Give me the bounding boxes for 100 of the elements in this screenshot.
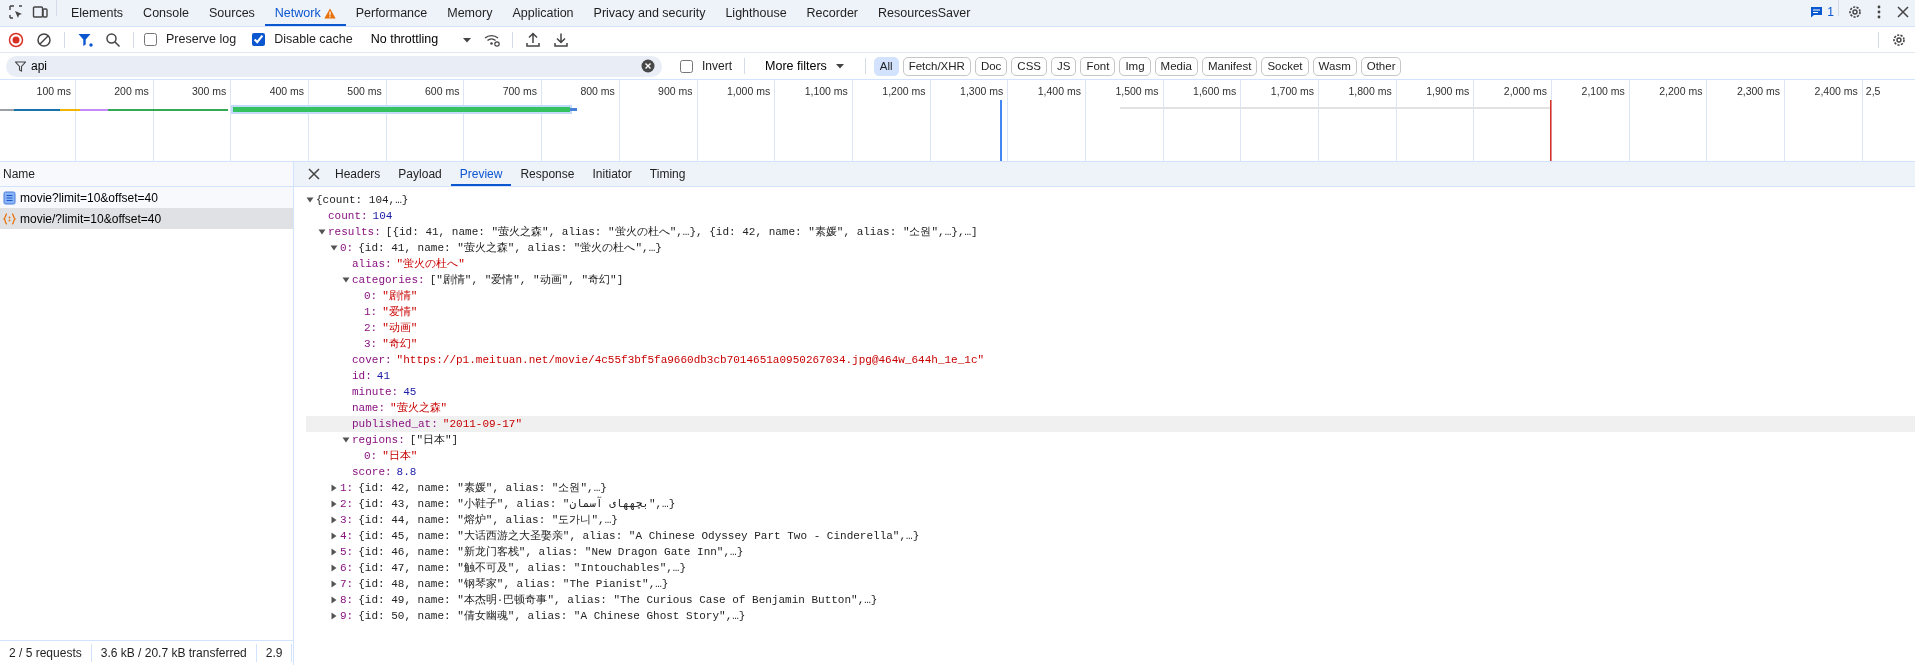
request-row[interactable]: movie?limit=10&offset=40: [0, 187, 293, 208]
column-header[interactable]: Name: [3, 165, 35, 183]
detail-tab[interactable]: Headers: [326, 162, 390, 186]
time-tick-label: 400 ms: [269, 85, 305, 97]
expand-triangle-icon[interactable]: [330, 500, 338, 508]
property-key: categories:: [352, 271, 425, 289]
string-value: "蛍火の杜へ": [396, 256, 465, 272]
property-key: 1:: [340, 479, 354, 497]
panel-tab[interactable]: Console: [133, 0, 199, 26]
expand-triangle-icon[interactable]: [306, 196, 314, 204]
detail-tab[interactable]: Payload: [389, 162, 451, 186]
number-value: 45: [403, 384, 417, 400]
panel-tab[interactable]: ResourcesSaver: [868, 0, 981, 26]
detail-tab[interactable]: Response: [511, 162, 584, 186]
property-key: 3:: [364, 335, 378, 353]
time-tick-label: 1,900 ms: [1426, 85, 1470, 97]
load-event-marker: [1550, 100, 1552, 161]
status-text: 2.9: [256, 644, 293, 662]
checkbox[interactable]: [252, 33, 266, 46]
type-filter-chip[interactable]: Wasm: [1312, 56, 1357, 76]
panel-tab[interactable]: Privacy and security: [583, 0, 716, 26]
property-key: minute:: [352, 383, 399, 401]
property-key: 0:: [364, 287, 378, 305]
expand-triangle-icon[interactable]: [330, 516, 338, 524]
object-preview: {id: 45, name: "大话西游之大圣娶亲", alias: "A Chinese Odyssey Part Two - Cinderella",…}: [358, 528, 920, 544]
panel-tab[interactable]: Network: [264, 0, 346, 26]
type-filter-chip[interactable]: Fetch/XHR: [902, 56, 971, 76]
object-preview: {id: 47, name: "触不可及", alias: "Intouchables",…}: [358, 560, 687, 576]
type-filter-chip[interactable]: Other: [1360, 56, 1402, 76]
time-tick-label: 1,400 ms: [1037, 85, 1081, 97]
expand-triangle-icon[interactable]: [330, 244, 338, 252]
time-tick-label: 300 ms: [191, 85, 227, 97]
detail-tab[interactable]: Timing: [640, 162, 695, 186]
expand-triangle-icon[interactable]: [330, 580, 338, 588]
property-key: 2:: [364, 319, 378, 337]
type-filter-chip[interactable]: Socket: [1261, 56, 1309, 76]
checkbox-label[interactable]: Disable cache: [274, 30, 353, 49]
time-tick-label: 2,200 ms: [1659, 85, 1703, 97]
time-tick-label: 2,000 ms: [1503, 85, 1548, 97]
detail-tab[interactable]: Initiator: [583, 162, 641, 186]
checkbox-label[interactable]: Invert: [702, 57, 732, 75]
property-key: id:: [352, 367, 372, 385]
expand-triangle-icon[interactable]: [342, 436, 350, 444]
expand-triangle-icon[interactable]: [330, 484, 338, 492]
property-key: 7:: [340, 575, 354, 593]
clear-input-icon[interactable]: [641, 59, 655, 73]
expand-triangle-icon[interactable]: [330, 596, 338, 604]
type-filter-chip[interactable]: Doc: [974, 56, 1008, 76]
panel-tab[interactable]: Lighthouse: [715, 0, 797, 26]
type-filter-chip[interactable]: All: [873, 56, 899, 76]
time-tick-label: 100 ms: [36, 85, 71, 97]
panel-tab[interactable]: Memory: [437, 0, 503, 26]
panel-tab[interactable]: Elements: [61, 0, 134, 26]
checkbox[interactable]: [144, 33, 157, 46]
more-filters-dropdown[interactable]: More filters: [753, 54, 857, 78]
panel-tab[interactable]: Recorder: [796, 0, 868, 26]
expand-triangle-icon[interactable]: [330, 564, 338, 572]
type-filter-chip[interactable]: JS: [1051, 56, 1077, 76]
braces-icon: [3, 211, 16, 226]
property-key: 1:: [364, 303, 378, 321]
expand-triangle-icon[interactable]: [330, 548, 338, 556]
object-preview: {id: 44, name: "熔炉", alias: "도가니",…}: [358, 512, 618, 528]
type-filter-chip[interactable]: Font: [1080, 56, 1116, 76]
request-row[interactable]: movie/?limit=10&offset=40: [0, 208, 293, 229]
type-filter-chip[interactable]: CSS: [1011, 56, 1047, 76]
property-key: 9:: [340, 607, 354, 625]
panel-tab[interactable]: Performance: [345, 0, 438, 26]
type-filter-chip[interactable]: Media: [1154, 56, 1198, 76]
panel-tab[interactable]: Application: [502, 0, 584, 26]
time-tick-label: 2,400 ms: [1814, 85, 1858, 97]
object-preview: {id: 41, name: "萤火之森", alias: "蛍火の杜へ",…}: [358, 240, 662, 256]
checkbox-label[interactable]: Preserve log: [166, 30, 237, 49]
issues-button[interactable]: 1: [1810, 0, 1834, 24]
throttling-dropdown[interactable]: No throttling: [366, 27, 477, 52]
time-tick-label: 2,5: [1865, 85, 1881, 97]
message-icon: [1810, 6, 1824, 18]
expand-triangle-icon[interactable]: [342, 276, 350, 284]
object-preview: {id: 42, name: "素媛", alias: "소원",…}: [358, 480, 607, 496]
checkbox[interactable]: [680, 59, 693, 73]
expand-triangle-icon[interactable]: [330, 532, 338, 540]
status-text: 3.6 kB / 20.7 kB transferred: [91, 644, 257, 662]
caret-icon: [834, 63, 845, 69]
string-value: "剧情": [382, 288, 418, 304]
panel-tab[interactable]: Sources: [199, 0, 265, 26]
string-value: "动画": [382, 320, 418, 336]
property-key: count:: [328, 207, 368, 225]
time-tick-label: 700 ms: [502, 85, 538, 97]
type-filter-chip[interactable]: Manifest: [1201, 56, 1258, 76]
object-preview: {id: 49, name: "本杰明·巴顿奇事", alias: "The Curious Case of Benjamin Button",…}: [358, 592, 878, 608]
status-text: 2 / 5 requests: [0, 644, 92, 662]
filter-input-field[interactable]: api: [6, 55, 662, 77]
object-preview: ["日本"]: [409, 432, 459, 448]
object-preview: ["剧情", "爱情", "动画", "奇幻"]: [429, 272, 624, 288]
type-filter-chip[interactable]: Img: [1119, 56, 1151, 76]
expand-triangle-icon[interactable]: [330, 612, 338, 620]
detail-tab[interactable]: Preview: [450, 162, 512, 186]
property-key: results:: [328, 223, 381, 241]
expand-triangle-icon[interactable]: [318, 228, 326, 236]
time-tick-label: 200 ms: [114, 85, 149, 97]
time-tick-label: 1,300 ms: [960, 85, 1004, 97]
